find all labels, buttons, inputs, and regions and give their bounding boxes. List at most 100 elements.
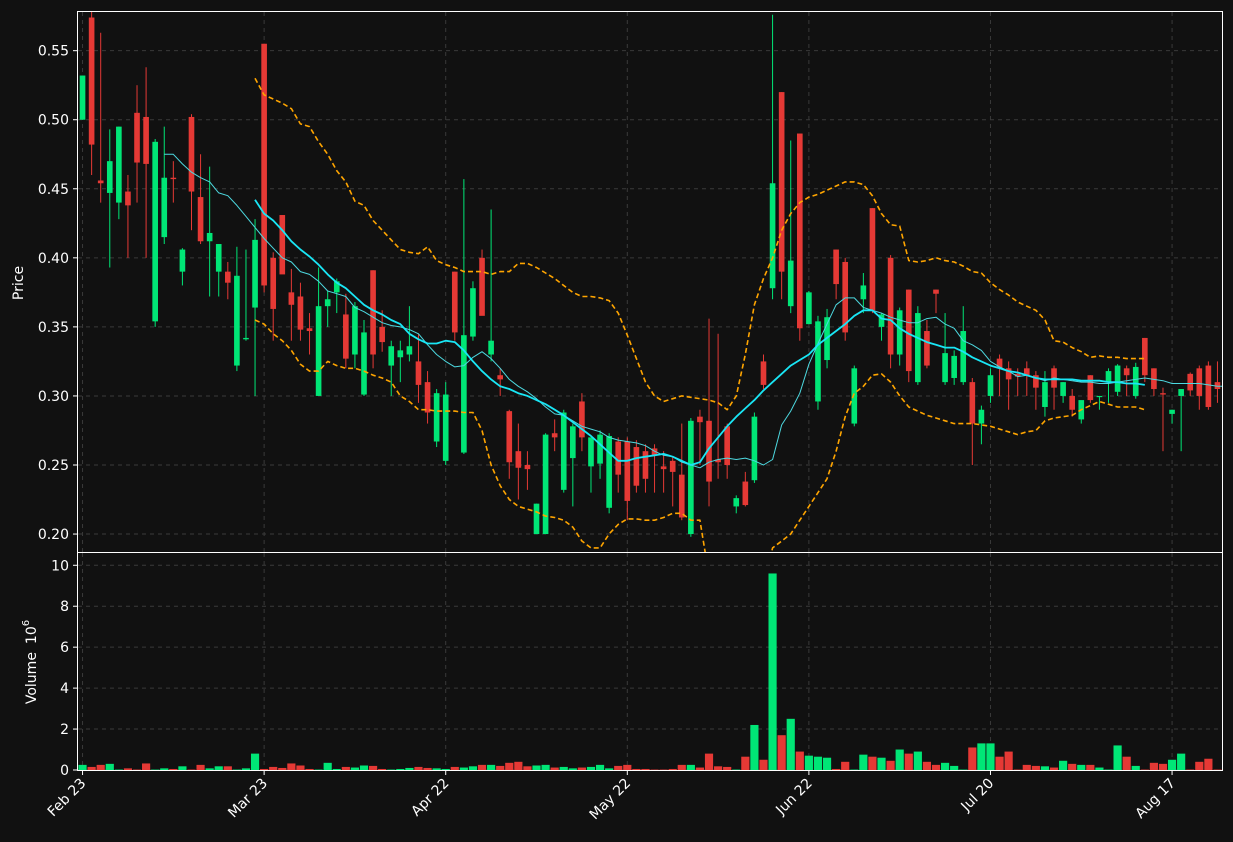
volume-bar bbox=[695, 767, 705, 770]
candle-body bbox=[987, 375, 994, 396]
price-tick-label: 0.55 bbox=[38, 44, 69, 60]
candle-body bbox=[252, 239, 258, 308]
price-tick-label: 0.40 bbox=[38, 251, 69, 267]
volume-bar bbox=[759, 759, 768, 770]
volume-axis-label: Volume 106 bbox=[21, 620, 40, 704]
volume-bar bbox=[350, 767, 360, 770]
volume-bar bbox=[1149, 762, 1158, 770]
volume-bar bbox=[96, 764, 105, 770]
price-tick-label: 0.30 bbox=[38, 389, 69, 405]
volume-bar bbox=[523, 766, 532, 770]
volume-axis-label-text: Volume bbox=[24, 652, 40, 704]
candle-body bbox=[388, 346, 395, 366]
candle-body bbox=[361, 332, 367, 395]
volume-bar bbox=[605, 768, 614, 770]
volume-bar bbox=[886, 760, 895, 770]
price-tick-label: 0.35 bbox=[38, 320, 69, 336]
volume-bar bbox=[822, 757, 832, 770]
volume-bar bbox=[178, 766, 187, 770]
candle-body bbox=[697, 416, 703, 423]
volume-bar bbox=[922, 761, 932, 770]
volume-bar bbox=[269, 766, 278, 770]
candle-body bbox=[397, 350, 404, 358]
candle-body bbox=[1142, 337, 1148, 376]
volume-bar bbox=[723, 766, 732, 770]
volume-bar bbox=[160, 768, 169, 770]
volume-bar bbox=[205, 768, 214, 770]
candle-body bbox=[415, 361, 422, 385]
chart-background bbox=[0, 0, 1233, 842]
candle-body bbox=[143, 116, 149, 164]
volume-bar bbox=[595, 764, 605, 770]
volume-bar bbox=[123, 768, 133, 770]
volume-bar bbox=[441, 768, 450, 770]
candle-body bbox=[806, 292, 812, 325]
candle-body bbox=[815, 321, 821, 402]
candle-body bbox=[297, 296, 304, 330]
volume-bar bbox=[459, 767, 468, 770]
candle-body bbox=[451, 271, 458, 333]
candle-body bbox=[769, 183, 776, 289]
volume-tick-label: 6 bbox=[60, 640, 69, 656]
volume-bar bbox=[750, 724, 759, 770]
candle-body bbox=[915, 313, 921, 383]
candle-body bbox=[642, 451, 649, 479]
volume-axis-exponent-base: 10 bbox=[24, 626, 40, 644]
volume-bar bbox=[1177, 753, 1186, 770]
candle-body bbox=[152, 141, 158, 322]
volume-bar bbox=[1059, 760, 1068, 770]
candle-body bbox=[778, 92, 785, 272]
volume-bar bbox=[904, 753, 913, 770]
volume-bar bbox=[859, 754, 868, 770]
volume-bar bbox=[78, 764, 87, 770]
volume-tick-label: 4 bbox=[60, 681, 69, 697]
price-tick-label: 0.45 bbox=[38, 182, 69, 198]
volume-bar bbox=[1131, 765, 1140, 770]
candle-body bbox=[851, 368, 858, 424]
candle-body bbox=[170, 177, 177, 180]
volume-bar bbox=[632, 768, 641, 770]
candle-body bbox=[134, 112, 140, 163]
volume-bar bbox=[1068, 763, 1077, 770]
volume-bar bbox=[1195, 761, 1204, 770]
candle-body bbox=[1087, 375, 1094, 401]
volume-bar bbox=[1040, 766, 1050, 770]
volume-bar bbox=[768, 573, 777, 770]
volume-bar bbox=[278, 767, 287, 770]
volume-bar bbox=[677, 764, 686, 770]
candle-body bbox=[370, 270, 376, 355]
candle-body bbox=[742, 481, 749, 506]
candle-body bbox=[270, 257, 277, 309]
volume-bar bbox=[668, 768, 677, 770]
volume-bar bbox=[686, 764, 695, 770]
volume-bar bbox=[1077, 764, 1086, 770]
volume-bar bbox=[396, 768, 405, 770]
volume-bar bbox=[1158, 763, 1168, 770]
candle-body bbox=[97, 180, 104, 184]
volume-bar bbox=[986, 743, 995, 770]
candle-body bbox=[243, 337, 249, 340]
volume-bar bbox=[341, 766, 350, 770]
candle-body bbox=[1042, 382, 1048, 407]
candle-body bbox=[570, 426, 576, 459]
candle-body bbox=[579, 401, 585, 438]
volume-bar bbox=[541, 764, 550, 770]
candle-body bbox=[760, 361, 767, 385]
candle-body bbox=[125, 191, 131, 206]
volume-bar bbox=[432, 768, 441, 770]
volume-bar bbox=[423, 767, 432, 770]
volume-bar bbox=[1122, 756, 1131, 770]
candle-body bbox=[406, 346, 413, 355]
volume-bar bbox=[468, 766, 478, 770]
candle-body bbox=[751, 416, 758, 481]
volume-bar bbox=[995, 756, 1004, 770]
candle-body bbox=[833, 249, 839, 285]
volume-bar bbox=[977, 743, 986, 770]
candle-body bbox=[424, 382, 431, 413]
candle-body bbox=[1096, 395, 1103, 398]
volume-bar bbox=[260, 768, 269, 770]
candle-body bbox=[315, 306, 322, 396]
candle-body bbox=[896, 310, 903, 355]
candle-body bbox=[733, 498, 740, 507]
volume-bar bbox=[378, 768, 387, 770]
